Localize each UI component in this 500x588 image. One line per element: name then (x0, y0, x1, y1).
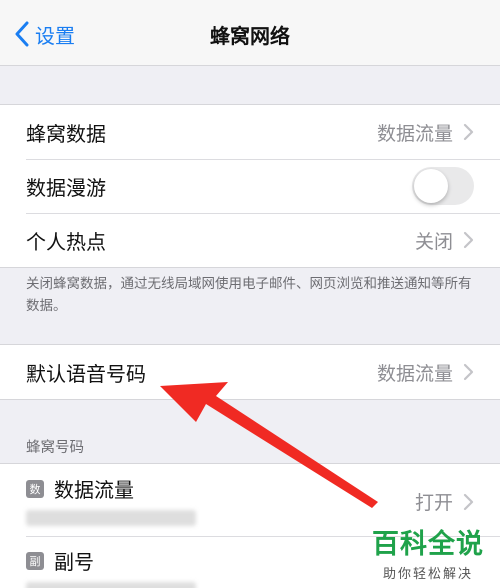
sim-status: 打开 (414, 492, 453, 514)
page-title: 蜂窝网络 (210, 24, 290, 48)
default-voice-number-label: 默认语音号码 (26, 361, 146, 386)
chevron-right-icon (463, 231, 474, 249)
watermark-subtitle: 助你轻松解决 (382, 567, 473, 582)
data-roaming-row: 数据漫游 (0, 159, 500, 213)
blurred-phone-number (26, 510, 196, 526)
sim-badge: 副 (26, 551, 44, 570)
blurred-phone-number (26, 582, 196, 588)
cellular-footnote: 关闭蜂窝数据，通过无线局域网使用电子邮件、网页浏览和推送通知等所有数据。 (26, 276, 472, 314)
cellular-data-value: 数据流量 (376, 122, 453, 145)
personal-hotspot-label: 个人热点 (26, 229, 106, 254)
chevron-right-icon (463, 363, 474, 381)
default-voice-number-row[interactable]: 默认语音号码 数据流量 (0, 345, 500, 399)
watermark-title: 百科全说 (372, 529, 484, 560)
watermark-logo: 百科全说 助你轻松解决 (368, 522, 488, 582)
chevron-right-icon (463, 123, 474, 141)
toggle-knob (414, 169, 448, 203)
navigation-bar: 设置 蜂窝网络 (0, 0, 500, 66)
data-roaming-label: 数据漫游 (26, 175, 106, 200)
default-voice-number-value: 数据流量 (376, 362, 453, 385)
personal-hotspot-row[interactable]: 个人热点 关闭 (0, 213, 500, 267)
chevron-right-icon (463, 493, 474, 510)
voice-group: 默认语音号码 数据流量 (0, 344, 500, 400)
cellular-settings-group: 蜂窝数据 数据流量 数据漫游 个人热点 关闭 (0, 104, 500, 268)
personal-hotspot-value: 关闭 (414, 230, 453, 253)
sim-name: 副号 (54, 550, 94, 574)
data-roaming-toggle[interactable] (412, 167, 474, 205)
cellular-data-row[interactable]: 蜂窝数据 数据流量 (0, 105, 500, 159)
sim-badge: 数 (26, 479, 44, 498)
sim-name: 数据流量 (54, 478, 134, 502)
cellular-data-label: 蜂窝数据 (26, 121, 106, 146)
section-header: 蜂窝号码 (26, 440, 84, 456)
